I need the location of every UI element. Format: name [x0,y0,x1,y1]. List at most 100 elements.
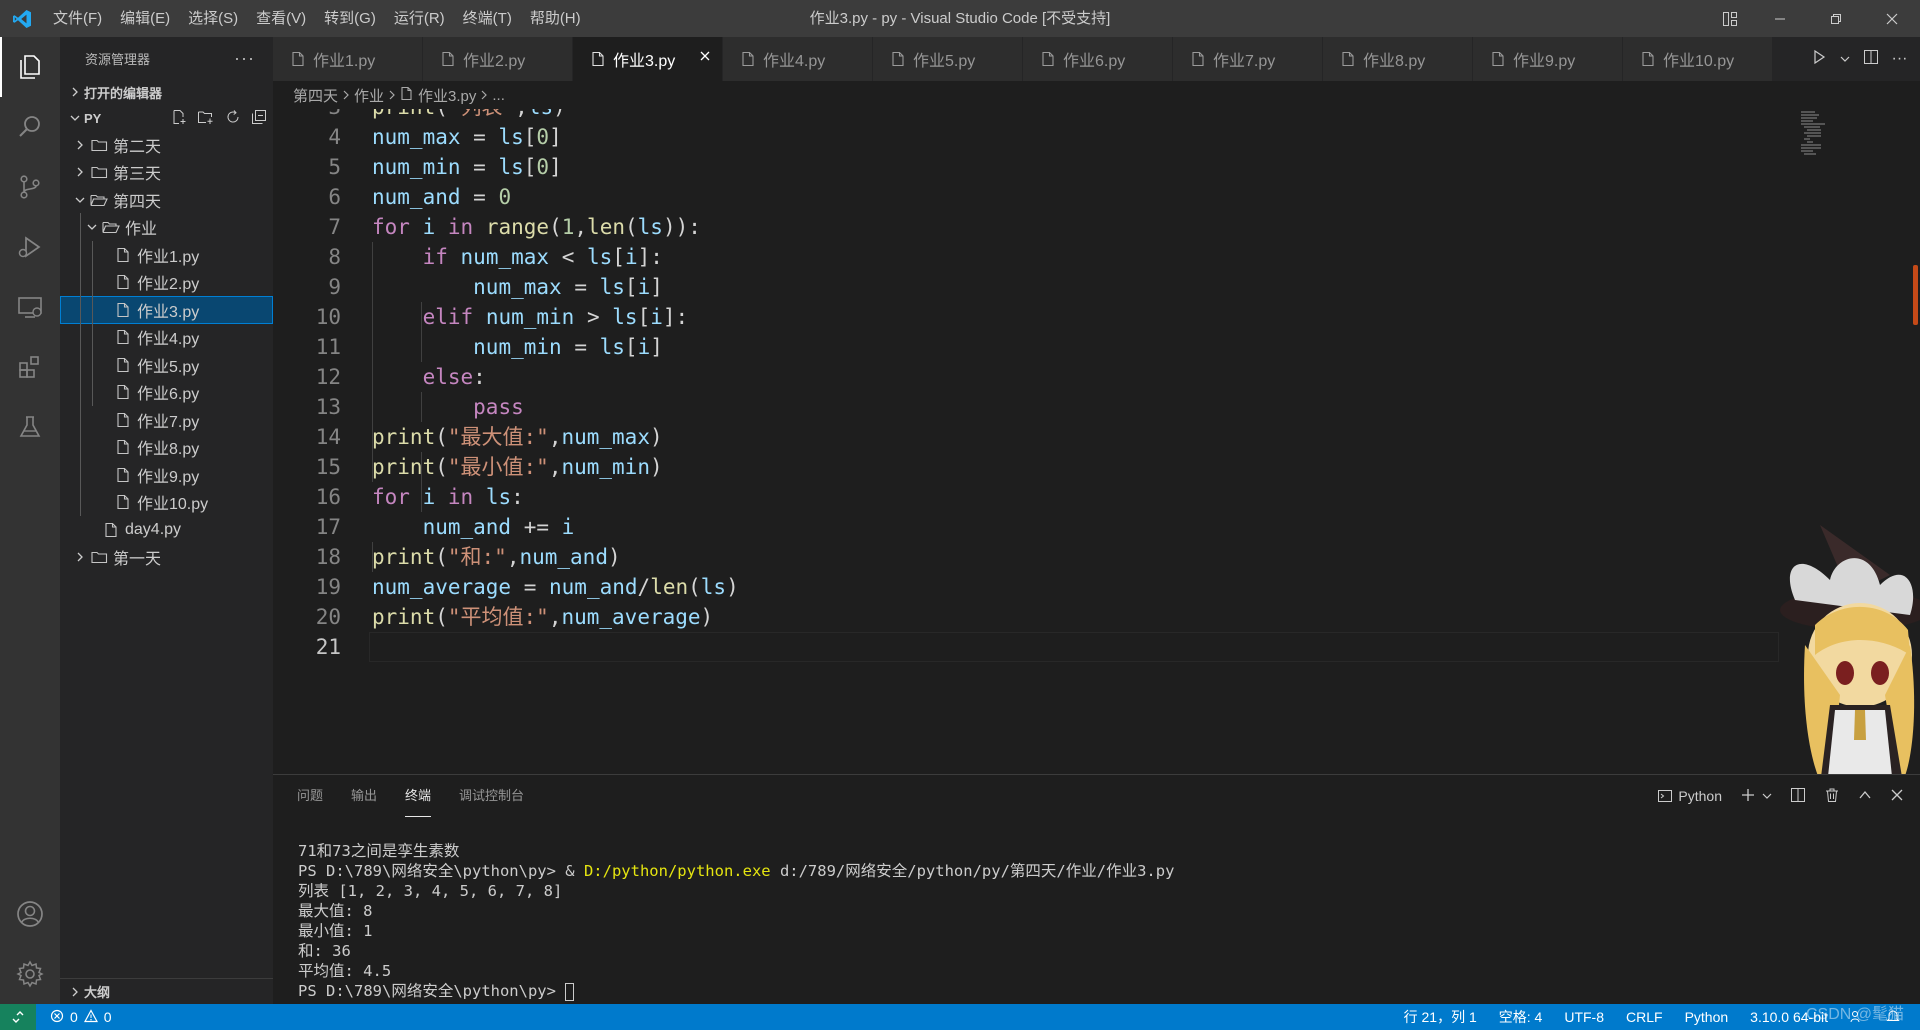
settings-gear-icon[interactable] [0,944,60,1004]
refresh-icon[interactable] [225,109,241,128]
split-editor-icon[interactable] [1863,49,1879,69]
extensions-icon[interactable] [0,337,60,397]
customize-layout-icon[interactable] [1708,0,1752,37]
files-icon[interactable] [0,37,60,97]
breadcrumb-item[interactable]: 作业 [354,85,384,106]
file-item[interactable]: 作业9.py [60,461,273,489]
outline-section[interactable]: 大纲 [60,978,273,1004]
file-item[interactable]: 作业7.py [60,406,273,434]
more-actions-icon[interactable]: ··· [234,48,255,69]
file-item[interactable]: day4.py [60,516,273,544]
open-editors-section[interactable]: 打开的编辑器 [60,79,273,105]
tree-item-label: 第二天 [113,138,162,156]
new-folder-icon[interactable] [197,109,215,128]
menu-item[interactable]: 转到(G) [315,0,385,37]
chevron-down-icon[interactable] [1840,51,1850,68]
workspace-root-section[interactable]: PY [60,105,273,131]
editor-tab[interactable]: 作业1.py [273,37,423,81]
tree-item-label: 作业4.py [137,331,200,349]
collapse-all-icon[interactable] [251,109,267,128]
remote-indicator-icon[interactable] [0,1004,36,1030]
split-terminal-icon[interactable] [1790,787,1806,806]
language-mode[interactable]: Python [1685,1009,1729,1025]
panel-tab[interactable]: 调试控制台 [459,775,524,817]
folder-item[interactable]: 第一天 [60,544,273,572]
terminal-output[interactable]: 71和73之间是孪生素数 PS D:\789\网络安全\python\py> & … [298,841,1174,1001]
file-icon [1491,51,1505,67]
editor-tab[interactable]: 作业10.py [1623,37,1773,81]
tree-item-label: 作业9.py [137,468,200,486]
code-token: print [372,109,435,119]
code-token: ls [498,125,524,149]
folder-item[interactable]: 第三天 [60,159,273,187]
menu-item[interactable]: 查看(V) [247,0,315,37]
file-item[interactable]: 作业8.py [60,434,273,462]
minimap[interactable] [1798,109,1858,157]
code-text: num_max = ls[0] [372,122,562,152]
menu-item[interactable]: 文件(F) [44,0,111,37]
close-button[interactable] [1864,0,1920,37]
close-icon[interactable] [698,49,712,68]
code-editor[interactable]: 3print("列表",ls)4num_max = ls[0]5num_min … [273,109,1920,774]
code-token: print [372,545,436,569]
workspace-root-label: PY [84,110,102,126]
tab-label: 作业1.py [313,53,376,70]
cursor-position[interactable]: 行 21，列 1 [1404,1007,1477,1027]
new-terminal-icon[interactable] [1740,787,1756,806]
folder-item[interactable]: 作业 [60,214,273,242]
testing-icon[interactable] [0,397,60,457]
line-number: 16 [315,485,341,509]
restore-button[interactable] [1808,0,1864,37]
file-icon [400,86,413,105]
panel-tab[interactable]: 终端 [405,775,432,817]
folder-item[interactable]: 第四天 [60,186,273,214]
menu-item[interactable]: 选择(S) [179,0,247,37]
maximize-panel-icon[interactable] [1858,788,1872,805]
trash-icon[interactable] [1824,787,1840,806]
breadcrumb-item[interactable]: ... [492,87,505,104]
terminal-cursor [565,982,575,1001]
file-item[interactable]: 作业10.py [60,489,273,517]
panel-tab[interactable]: 输出 [351,775,377,817]
code-token: ]: [637,245,663,269]
close-panel-icon[interactable] [1890,788,1904,805]
breadcrumb-item[interactable]: 第四天 [293,85,338,106]
line-number: 10 [315,305,341,329]
menu-item[interactable]: 终端(T) [454,0,521,37]
editor-tab[interactable]: 作业6.py [1023,37,1173,81]
editor-tab[interactable]: 作业4.py [723,37,873,81]
breadcrumb-item[interactable]: 作业3.py [418,85,476,106]
tree-item-label: 作业10.py [137,496,209,514]
more-actions-icon[interactable]: ··· [1892,50,1908,68]
run-file-icon[interactable] [1811,49,1827,69]
minimize-button[interactable] [1752,0,1808,37]
indentation[interactable]: 空格: 4 [1499,1007,1543,1027]
editor-tab[interactable]: 作业3.py [573,37,723,81]
file-icon [1191,51,1205,67]
menu-item[interactable]: 运行(R) [385,0,454,37]
menu-item[interactable]: 编辑(E) [111,0,179,37]
watermark: CSDN @髦猫 [1805,1006,1904,1023]
editor-tab[interactable]: 作业8.py [1323,37,1473,81]
remote-explorer-icon[interactable] [0,277,60,337]
encoding[interactable]: UTF-8 [1564,1009,1604,1025]
account-icon[interactable] [0,884,60,944]
editor-tab[interactable]: 作业5.py [873,37,1023,81]
end-of-line[interactable]: CRLF [1626,1009,1663,1025]
code-token: < [549,245,587,269]
editor-tab[interactable]: 作业7.py [1173,37,1323,81]
panel-tab[interactable]: 问题 [297,775,323,817]
new-file-icon[interactable] [171,109,187,128]
breadcrumb: 第四天 作业 作业3.py... [273,81,1920,109]
problems-indicator[interactable]: 0 0 [36,1008,112,1026]
terminal-shell-selector[interactable]: Python [1657,788,1722,804]
chevron-down-icon[interactable] [1762,788,1772,804]
menu-item[interactable]: 帮助(H) [521,0,590,37]
folder-item[interactable]: 第二天 [60,131,273,159]
run-debug-icon[interactable] [0,217,60,277]
editor-tab[interactable]: 作业2.py [423,37,573,81]
search-icon[interactable] [0,97,60,157]
editor-tab[interactable]: 作业9.py [1473,37,1623,81]
code-token: [ [612,245,625,269]
source-control-icon[interactable] [0,157,60,217]
